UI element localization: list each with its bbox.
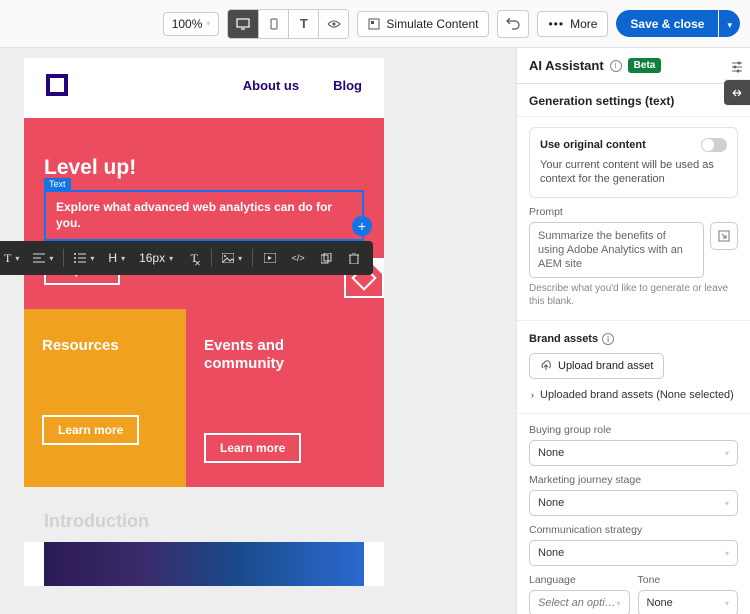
two-column-row: Resources Learn more Events and communit… [24,309,384,487]
resources-title: Resources [42,337,168,355]
uploaded-label: Uploaded brand assets (None selected) [540,389,734,401]
desktop-icon[interactable] [228,10,258,38]
mobile-icon[interactable] [258,10,288,38]
prompt-help: Describe what you'd like to generate or … [529,282,738,308]
page-preview: About us Blog Level up! Text Explore wha… [24,58,384,586]
image-button[interactable]: ▾ [216,245,248,271]
heading-button[interactable]: H▾ [102,245,131,271]
tone-select[interactable]: None▾ [638,590,739,614]
top-toolbar: 100% ▾ T Simulate Content ••• More Save … [0,0,750,48]
events-title: Events and community [204,337,366,373]
simulate-label: Simulate Content [386,17,478,31]
strategy-select[interactable]: None▾ [529,540,738,566]
selection-tag: Text [44,178,71,190]
upload-label: Upload brand asset [558,360,653,372]
list-button[interactable]: ▾ [68,245,100,271]
chevron-right-icon: › [531,390,534,400]
resources-card: Resources Learn more [24,309,186,487]
chevron-down-icon: ▾ [725,449,729,458]
dots-icon: ••• [548,17,564,31]
hero-section: Level up! Text Explore what advanced web… [24,118,384,309]
device-group: T [227,9,349,39]
simulate-icon [368,18,380,30]
text-mode-icon[interactable]: T [288,10,318,38]
intro-title: Introduction [44,511,364,532]
prompt-label: Prompt [529,206,738,218]
panel-header: AI Assistant i Beta [517,48,750,84]
clear-format-icon[interactable]: T✕ [181,245,207,271]
hero-title: Level up! [44,156,364,180]
align-button[interactable]: ▾ [27,245,59,271]
image-placeholder [44,542,364,586]
beta-badge: Beta [628,58,662,73]
info-icon[interactable]: i [610,60,622,72]
ai-side-panel: AI Assistant i Beta Generation settings … [516,48,750,614]
collapse-rail-icon[interactable] [724,80,750,106]
nav-menu: About us Blog [243,78,362,93]
canvas[interactable]: About us Blog Level up! Text Explore wha… [0,48,516,614]
text-style-button[interactable]: T▾ [0,245,25,271]
hero-body: Explore what advanced web analytics can … [56,200,352,231]
zoom-select[interactable]: 100% ▾ [163,12,220,36]
gen-settings-title: Generation settings (text) [517,84,750,117]
copy-icon[interactable] [313,245,339,271]
simulate-content-button[interactable]: Simulate Content [357,11,489,37]
intro-section: Introduction [24,487,384,542]
chevron-down-icon: ▾ [616,599,620,608]
tone-label: Tone [638,574,739,586]
code-icon[interactable]: </> [285,245,311,271]
events-card: Events and community Learn more [186,309,384,487]
save-close-button[interactable]: Save & close [616,10,718,37]
nav-blog[interactable]: Blog [333,78,362,93]
lang-label: Language [529,574,630,586]
expand-icon [718,230,730,242]
delete-icon[interactable] [341,245,367,271]
uploaded-assets-row[interactable]: › Uploaded brand assets (None selected) [529,379,738,401]
add-handle-icon[interactable]: + [352,216,372,236]
selected-text-block[interactable]: Text Explore what advanced web analytics… [44,190,364,241]
media-icon[interactable] [257,245,283,271]
chevron-down-icon: ▾ [725,549,729,558]
preview-icon[interactable] [318,10,348,38]
more-label: More [570,17,597,31]
undo-button[interactable] [497,10,529,38]
orig-desc: Your current content will be used as con… [540,158,727,187]
panel-title: AI Assistant [529,58,604,73]
cloud-upload-icon [540,360,552,372]
prompt-expand-button[interactable] [710,222,738,250]
orig-toggle[interactable] [701,138,727,152]
original-content-card: Use original content Your current conten… [529,127,738,198]
journey-label: Marketing journey stage [529,474,738,486]
more-button[interactable]: ••• More [537,11,608,37]
learn-more-button[interactable]: Learn more [204,433,301,463]
text-edit-toolbar: T▾ ▾ ▾ H▾ 16px▾ T✕ ▾ </> [0,241,373,275]
chevron-down-icon: ▾ [725,599,729,608]
language-select[interactable]: Select an opti…▾ [529,590,630,614]
font-size-select[interactable]: 16px▾ [133,245,179,271]
orig-label: Use original content [540,139,646,151]
info-icon[interactable]: i [602,333,614,345]
upload-brand-button[interactable]: Upload brand asset [529,353,664,379]
zoom-value: 100% [172,17,203,31]
prompt-input[interactable]: Summarize the benefits of using Adobe An… [529,222,704,279]
logo-icon [46,74,68,96]
chevron-down-icon: ▾ [725,499,729,508]
brand-title: Brand assets [529,333,598,345]
journey-select[interactable]: None▾ [529,490,738,516]
role-select[interactable]: None▾ [529,440,738,466]
role-label: Buying group role [529,424,738,436]
settings-rail-icon[interactable] [724,54,750,80]
strategy-label: Communication strategy [529,524,738,536]
nav-about[interactable]: About us [243,78,299,93]
learn-more-button[interactable]: Learn more [42,415,139,445]
save-dropdown-button[interactable]: ▾ [719,10,740,37]
chevron-down-icon: ▾ [206,19,210,28]
page-header: About us Blog [24,58,384,118]
chevron-down-icon: ▾ [727,20,732,30]
